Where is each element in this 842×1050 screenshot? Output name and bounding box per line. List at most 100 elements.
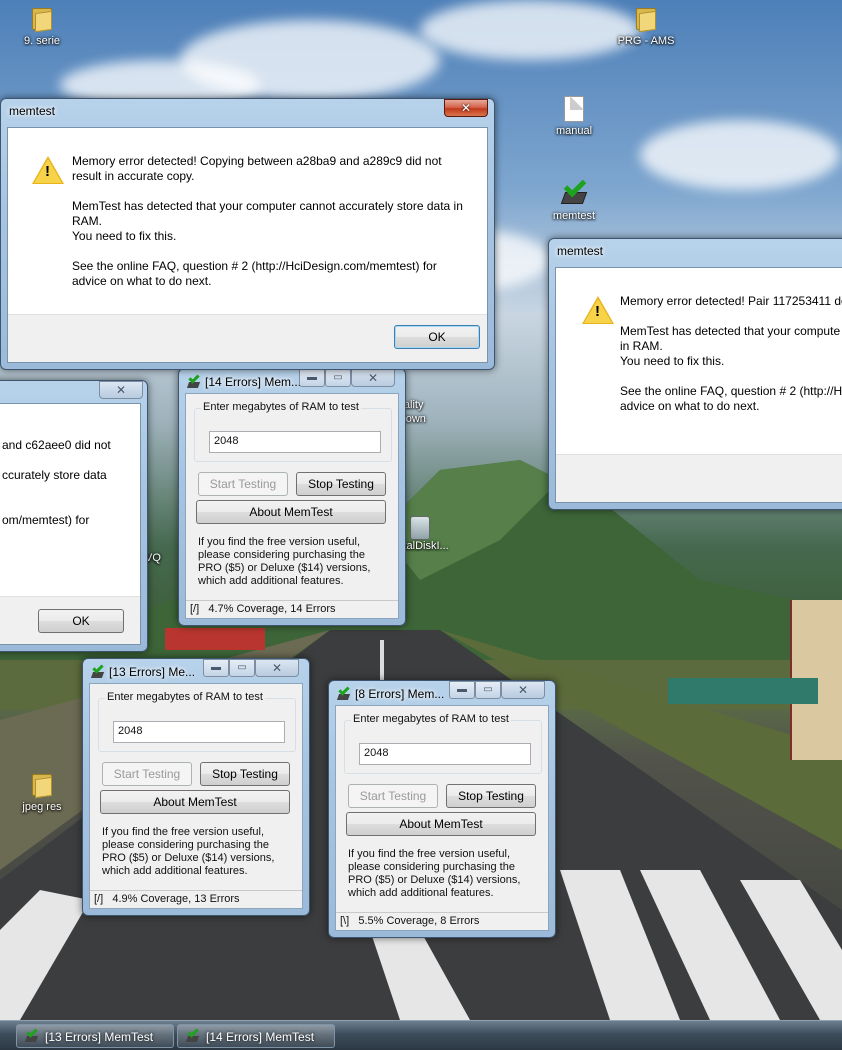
ram-input[interactable]: 2048 [113, 721, 285, 743]
purchase-note: If you find the free version useful, ple… [102, 826, 275, 877]
folder-icon [634, 6, 658, 33]
window-title: [14 Errors] Mem... [205, 375, 302, 389]
memtest-client: Enter megabytes of RAM to test 2048 Star… [89, 683, 303, 909]
desktop-icon-manual[interactable]: manual [534, 96, 614, 137]
taskbar-item-label: [13 Errors] MemTest [45, 1030, 154, 1044]
start-testing-button[interactable]: Start Testing [348, 784, 438, 808]
desktop-icon-9-serie[interactable]: 9. serie [2, 6, 82, 47]
ram-label: Enter megabytes of RAM to test [105, 691, 265, 703]
status-bar: [/] 4.9% Coverage, 13 Errors [90, 890, 302, 908]
dialog-body: ! Memory error detected! Copying between… [7, 127, 488, 363]
ok-button[interactable]: OK [38, 609, 124, 633]
ram-groupbox: Enter megabytes of RAM to test 2048 [194, 401, 392, 462]
taskbar-item-label: [14 Errors] MemTest [206, 1030, 315, 1044]
stop-testing-button[interactable]: Stop Testing [446, 784, 536, 808]
minimize-icon[interactable]: ▬ [299, 369, 325, 387]
taskbar: [13 Errors] MemTest [14 Errors] MemTest [0, 1020, 842, 1050]
memtest-error-dialog-1[interactable]: memtest ✕ ! Memory error detected! Copyi… [0, 98, 495, 370]
desktop-icon-memtest[interactable]: memtest [534, 174, 614, 222]
document-icon [564, 96, 584, 122]
ram-text: MemTest has detected that your compute [620, 324, 841, 338]
ram-groupbox: Enter megabytes of RAM to test 2048 [98, 691, 296, 752]
desktop-icon-label: PRG - AMS [617, 35, 675, 47]
dialog-body: ! Memory error detected! Pair 117253411 … [555, 267, 842, 503]
coverage-status: 4.9% Coverage, 13 Errors [112, 893, 240, 905]
memtest-window-8-errors[interactable]: [8 Errors] Mem... ▬ ▭ ✕ Enter megabytes … [328, 680, 556, 938]
close-icon[interactable]: ✕ [444, 99, 488, 117]
memtest-window-13-errors[interactable]: [13 Errors] Me... ▬ ▭ ✕ Enter megabytes … [82, 658, 310, 916]
faq-text: See the online FAQ, question # 2 (http:/… [72, 259, 437, 288]
status-bar: [\] 5.5% Coverage, 8 Errors [336, 912, 548, 930]
memtest-icon [185, 1026, 200, 1043]
stop-testing-button[interactable]: Stop Testing [296, 472, 386, 496]
start-testing-button[interactable]: Start Testing [198, 472, 288, 496]
crystaldisk-icon [410, 516, 430, 540]
about-memtest-button[interactable]: About MemTest [196, 500, 386, 524]
activity-spinner: [\] [340, 915, 350, 927]
folder-icon [30, 6, 54, 33]
memtest-client: Enter megabytes of RAM to test 2048 Star… [185, 393, 399, 619]
building-roof [165, 628, 265, 650]
window-title: memtest [9, 104, 56, 118]
memtest-error-dialog-2[interactable]: memtest ! Memory error detected! Pair 11… [548, 238, 842, 510]
error-text: Memory error detected! Copying between a… [72, 154, 442, 183]
memtest-error-dialog-3[interactable]: ✕ and c62aee0 did not ccurately store da… [0, 380, 148, 652]
window-title: [8 Errors] Mem... [355, 687, 445, 701]
building-roof [668, 678, 818, 704]
warning-icon: ! [32, 156, 64, 184]
desktop-icon-label: jpeg res [22, 801, 62, 813]
desktop-icon-label: memtest [552, 210, 596, 222]
memtest-icon [559, 174, 589, 208]
memtest-icon [24, 1026, 39, 1043]
memtest-client: Enter megabytes of RAM to test 2048 Star… [335, 705, 549, 931]
desktop-icon-crystaldiskinfo[interactable]: stalDiskI... [398, 516, 468, 552]
memtest-window-14-errors[interactable]: [14 Errors] Mem... ▬ ▭ ✕ Enter megabytes… [178, 368, 406, 626]
coverage-status: 5.5% Coverage, 8 Errors [358, 915, 480, 927]
dialog-message: and c62aee0 did not ccurately store data… [2, 438, 142, 543]
warning-icon: ! [582, 296, 614, 324]
desktop-icon-label: manual [555, 125, 593, 137]
maximize-icon[interactable]: ▭ [475, 681, 501, 699]
status-bar: [/] 4.7% Coverage, 14 Errors [186, 600, 398, 618]
start-testing-button[interactable]: Start Testing [102, 762, 192, 786]
ram-label: Enter megabytes of RAM to test [351, 713, 511, 725]
dialog-body: and c62aee0 did not ccurately store data… [0, 403, 141, 645]
folder-icon [30, 772, 54, 799]
taskbar-item-14-errors[interactable]: [14 Errors] MemTest [177, 1024, 335, 1048]
faq-text: See the online FAQ, question # 2 (http:/… [620, 384, 842, 398]
dialog-footer: OK [0, 596, 140, 644]
purchase-note: If you find the free version useful, ple… [348, 848, 521, 899]
dialog-footer [556, 454, 842, 502]
coverage-status: 4.7% Coverage, 14 Errors [208, 603, 336, 615]
about-memtest-button[interactable]: About MemTest [346, 812, 536, 836]
minimize-icon[interactable]: ▬ [449, 681, 475, 699]
close-icon[interactable]: ✕ [99, 381, 143, 399]
memtest-icon [90, 662, 105, 679]
close-icon[interactable]: ✕ [255, 659, 299, 677]
desktop-icon-jpeg-res[interactable]: jpeg res [2, 772, 82, 813]
ram-label: Enter megabytes of RAM to test [201, 401, 361, 413]
about-memtest-button[interactable]: About MemTest [100, 790, 290, 814]
purchase-note: If you find the free version useful, ple… [198, 536, 371, 587]
error-text: Memory error detected! Pair 117253411 do [620, 294, 842, 308]
fix-text: You need to fix this. [72, 229, 177, 243]
window-title: [13 Errors] Me... [109, 665, 196, 679]
stop-testing-button[interactable]: Stop Testing [200, 762, 290, 786]
fix-text: You need to fix this. [620, 354, 725, 368]
ram-text: MemTest has detected that your computer … [72, 199, 463, 228]
dialog-message: Memory error detected! Copying between a… [72, 154, 472, 304]
minimize-icon[interactable]: ▬ [203, 659, 229, 677]
ram-input[interactable]: 2048 [209, 431, 381, 453]
ram-input[interactable]: 2048 [359, 743, 531, 765]
taskbar-item-13-errors[interactable]: [13 Errors] MemTest [16, 1024, 174, 1048]
memtest-icon [336, 684, 351, 701]
desktop-icon-prg-ams[interactable]: PRG - AMS [606, 6, 686, 47]
faq-text: om/memtest) for [2, 513, 90, 527]
memtest-icon [186, 372, 201, 389]
ok-button[interactable]: OK [394, 325, 480, 349]
maximize-icon[interactable]: ▭ [229, 659, 255, 677]
dialog-footer: OK [8, 314, 487, 362]
close-icon[interactable]: ✕ [351, 369, 395, 387]
maximize-icon[interactable]: ▭ [325, 369, 351, 387]
close-icon[interactable]: ✕ [501, 681, 545, 699]
